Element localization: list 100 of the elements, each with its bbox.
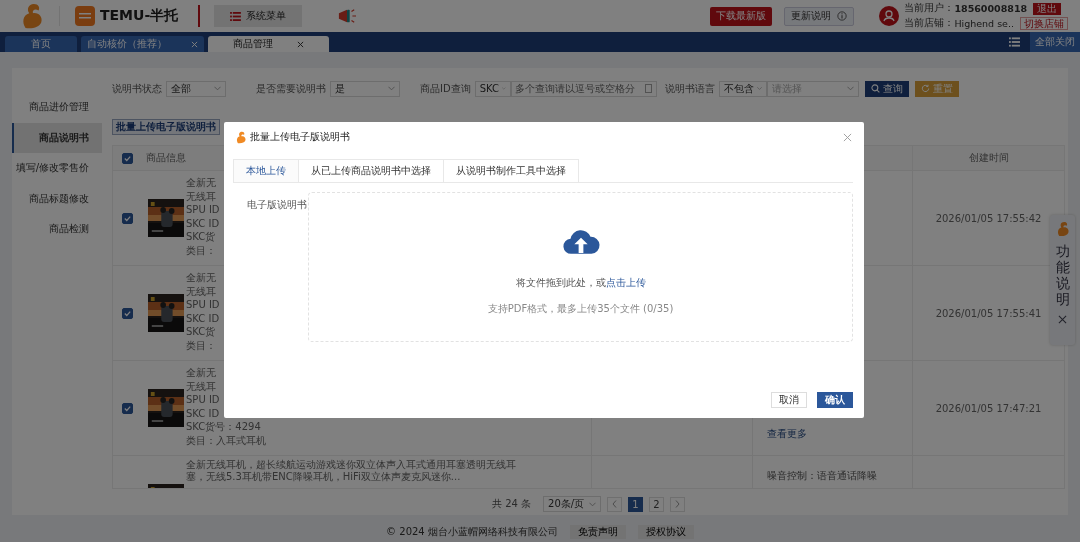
filter-label: 是否需要说明书 (256, 81, 326, 96)
page-tab[interactable]: 商品管理 (208, 36, 329, 52)
tab-label: 自动核价（推荐） (87, 37, 167, 51)
checkbox[interactable] (121, 307, 133, 319)
tab-label: 商品管理 (233, 37, 273, 51)
product-info-text: SPU ID (186, 203, 220, 217)
user-phone: 18560008818 (954, 3, 1028, 14)
id-search-field[interactable]: 多个查询请以逗号或空格分 (510, 80, 657, 97)
product-info-text: SKC ID (186, 216, 220, 230)
product-info-text: 全新无 (186, 366, 217, 380)
upload-hint: 支持PDF格式，最多上传35个文件 (0/35) (487, 302, 674, 316)
checkbox[interactable] (121, 212, 133, 224)
product-info-text: SPU ID (186, 393, 221, 407)
close-icon[interactable] (297, 40, 304, 48)
field-label: 电子版说明书 (247, 198, 308, 212)
tab-label: 首页 (31, 37, 51, 51)
shop-label: 当前店铺： (904, 17, 955, 30)
search-button[interactable]: 查询 (864, 80, 909, 97)
help-label: 功能说明 (1055, 243, 1070, 308)
column-header: 商品信息 (146, 151, 186, 165)
product-info-text: SPU ID (186, 298, 220, 312)
attribute-text: 噪音控制：语音通话降噪 (767, 469, 878, 483)
sidebar-item[interactable]: 商品进价管理 (12, 92, 102, 123)
product-info-text: 无线耳 (186, 284, 217, 298)
product-info-text: 类目： (186, 338, 217, 352)
product-info-text: SKC ID (186, 406, 221, 420)
list-icon (230, 11, 242, 21)
update-notes-button[interactable]: 更新说明 (784, 6, 855, 26)
chevron-right-icon (675, 500, 681, 508)
logout-button[interactable]: 退出 (1033, 2, 1062, 15)
created-time: 2026/01/05 17:55:41 (935, 307, 1042, 319)
footer-link-button[interactable]: 免责声明 (569, 525, 626, 539)
switch-shop-button[interactable]: 切换店铺 (1020, 17, 1068, 30)
total-count: 共 24 条 (491, 497, 532, 511)
product-info-text: 全新无 (186, 271, 217, 285)
product-info-text: 类目： (186, 243, 217, 257)
checkbox[interactable] (121, 402, 133, 414)
status-select[interactable]: 全部 (166, 80, 226, 97)
cancel-button[interactable]: 取消 (771, 392, 807, 408)
bulk-upload-button[interactable]: 批量上传电子版说明书 (112, 119, 220, 135)
product-info-text: SKC ID (186, 311, 220, 325)
filter-label: 说明书状态 (112, 81, 162, 96)
copyright-text: © 2024 烟台小蓝帽网络科技有限公司 (386, 525, 558, 539)
sidebar-item[interactable]: 商品检测 (12, 214, 102, 245)
menu-button[interactable]: 系统菜单 (214, 5, 303, 27)
sidebar-item[interactable]: 商品说明书 (12, 122, 102, 153)
view-more-link[interactable]: 查看更多 (767, 427, 912, 441)
checkbox[interactable] (121, 152, 133, 164)
product-info-text: 无线耳 (186, 189, 217, 203)
footer-link-button[interactable]: 授权协议 (637, 525, 694, 539)
chevron-left-icon (612, 500, 618, 508)
close-icon[interactable] (1058, 315, 1067, 325)
created-time: 2026/01/05 17:47:21 (935, 402, 1042, 414)
user-label: 当前用户： (904, 2, 955, 15)
product-info-text: 无线耳 (186, 379, 217, 393)
confirm-button[interactable]: 确认 (817, 392, 853, 408)
page-size-select[interactable]: 20条/页 (543, 496, 602, 512)
chevron-down-icon (589, 501, 597, 507)
language-mode-select[interactable]: 不包含 (718, 80, 767, 97)
page-tab[interactable]: 首页 (5, 36, 77, 52)
app-logo-icon (75, 6, 95, 26)
list-icon[interactable] (1009, 37, 1020, 47)
id-type-select[interactable]: SKC (474, 80, 511, 97)
dialog-title: 批量上传电子版说明书 (250, 130, 350, 144)
megaphone-icon[interactable] (336, 7, 359, 25)
upload-dropzone[interactable]: 将文件拖到此处，或点击上传 支持PDF格式，最多上传35个文件 (0/35) (308, 192, 853, 342)
need-manual-select[interactable]: 是 (330, 80, 400, 97)
dialog-tab[interactable]: 本地上传 (233, 159, 299, 182)
product-info-text: SKC货 (186, 325, 217, 339)
chevron-down-icon (756, 86, 762, 91)
product-info-text: SKC货 (186, 230, 217, 244)
cloud-upload-icon (561, 227, 600, 256)
dialog-tab[interactable]: 从说明书制作工具中选择 (443, 159, 579, 182)
chevron-down-icon (388, 86, 395, 91)
product-info-text: SKC货号：4294 (186, 420, 262, 434)
chevron-down-icon (846, 86, 854, 91)
info-icon (837, 11, 848, 21)
chevron-down-icon (214, 86, 221, 91)
created-time: 2026/01/05 17:55:42 (935, 212, 1042, 224)
upload-link[interactable]: 点击上传 (605, 277, 646, 288)
drop-instruction: 将文件拖到此处，或 (515, 277, 606, 288)
close-all-button[interactable]: 全部关闭 (1030, 32, 1080, 52)
product-info-text: 全新无线耳机，超长续航运动游戏迷你双立体声入耳式通用耳塞透明无线耳塞，无线5.3耳机带ENC降噪耳机，HiFi双立体声麦克风迷你... (186, 459, 517, 483)
sidebar-item[interactable]: 商品标题修改 (12, 183, 102, 214)
download-button[interactable]: 下载最新版 (710, 6, 773, 26)
filter-label: 商品ID查询 (420, 81, 471, 96)
close-icon[interactable] (843, 132, 852, 142)
page-button[interactable]: 2 (649, 496, 665, 512)
column-header: 创建时间 (968, 151, 1009, 165)
page-button[interactable]: 1 (628, 496, 644, 512)
product-info-text: 类目：入耳式耳机 (186, 433, 266, 447)
page-tab[interactable]: 自动核价（推荐） (81, 36, 204, 52)
user-avatar-icon (879, 6, 900, 26)
sidebar-item[interactable]: 填写/修改零售价 (12, 153, 102, 184)
search-icon (870, 84, 880, 93)
filter-label: 说明书语言 (664, 81, 715, 96)
help-panel[interactable]: 功能说明 (1050, 215, 1075, 345)
app-name: TEMU-半托 (100, 7, 179, 25)
shop-name: Highend se.. (954, 18, 1014, 29)
refresh-icon (920, 84, 930, 93)
